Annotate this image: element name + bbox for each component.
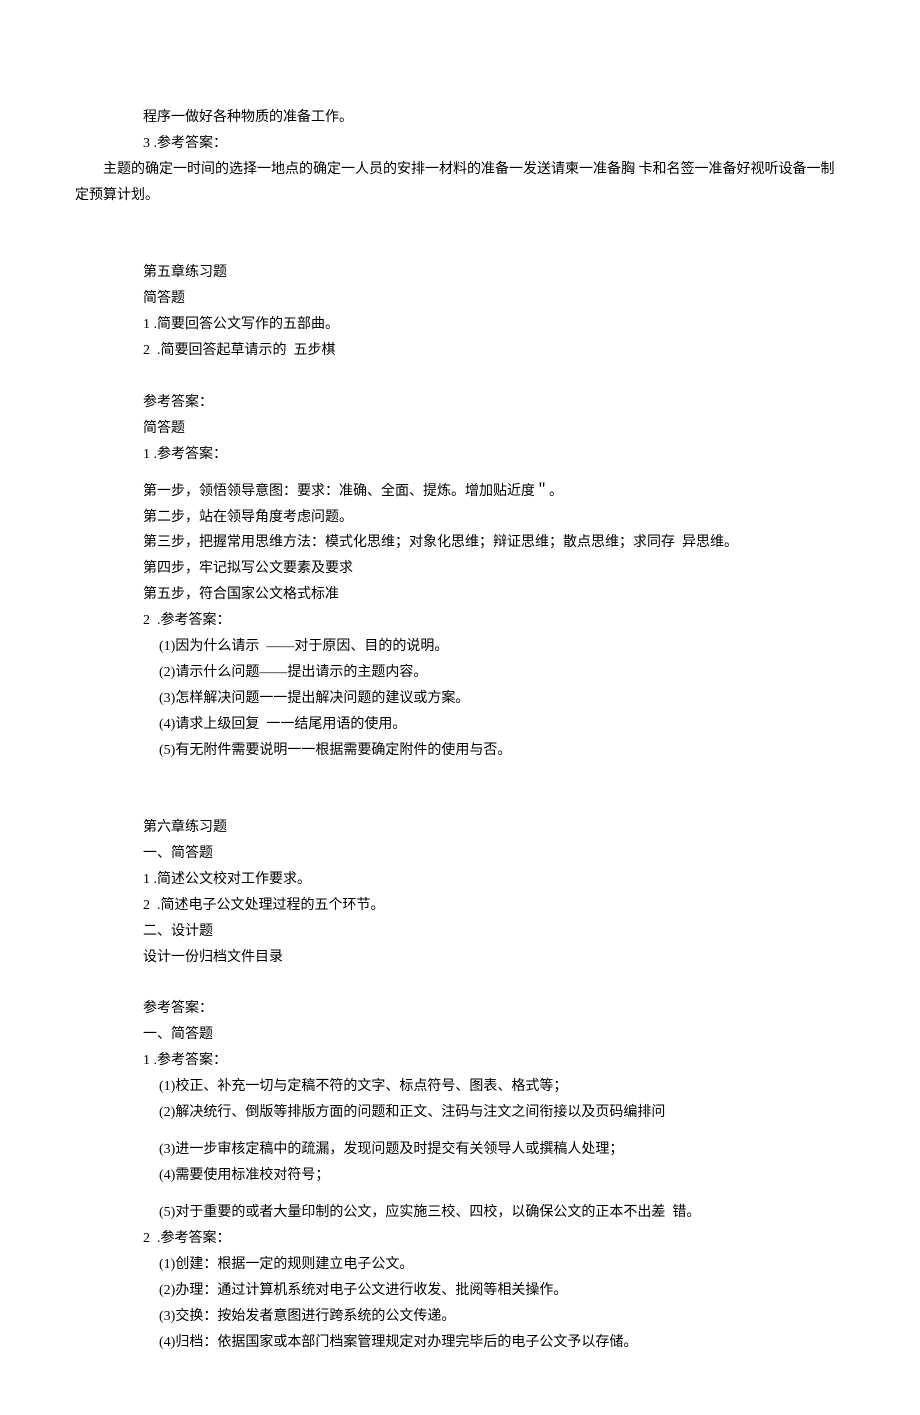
blank-line [75, 364, 845, 390]
text-line: (4)归档：依据国家或本部门档案管理规定对办理完毕后的电子公文予以存储。 [75, 1330, 845, 1356]
text-line: 1 .简述公文校对工作要求。 [75, 867, 845, 893]
text-line: (2)解决统行、倒版等排版方面的问题和正文、注码与注文之间衔接以及页码编排问 [75, 1100, 845, 1126]
text-line: (2)请示什么问题——提出请示的主题内容。 [75, 660, 845, 686]
text-line: 第三步，把握常用思维方法：模式化思维；对象化思维；辩证思维；散点思维；求同存 异… [75, 530, 845, 556]
text-line: 第五步，符合国家公文格式标准 [75, 582, 845, 608]
text-line: 2 .参考答案： [75, 608, 845, 634]
text-line: 2 .参考答案： [75, 1226, 845, 1252]
blank-line [75, 763, 845, 789]
blank-line [75, 1189, 845, 1200]
text-line: (3)怎样解决问题一一提出解决问题的建议或方案。 [75, 686, 845, 712]
text-line: (5)有无附件需要说明一一根据需要确定附件的使用与否。 [75, 738, 845, 764]
text-line: (1)创建：根据一定的规则建立电子公文。 [75, 1252, 845, 1278]
text-line: 设计一份归档文件目录 [75, 945, 845, 971]
blank-line [75, 971, 845, 997]
text-line: 第二步，站在领导角度考虑问题。 [75, 505, 845, 531]
text-line: 参考答案： [75, 996, 845, 1022]
blank-line [75, 209, 845, 235]
text-line: 程序一做好各种物质的准备工作。 [75, 105, 845, 131]
blank-line [75, 467, 845, 478]
text-line: 参考答案： [75, 390, 845, 416]
text-line: (3)进一步审核定稿中的疏漏，发现问题及时提交有关领导人或撰稿人处理； [75, 1137, 845, 1163]
text-line: 第六章练习题 [75, 815, 845, 841]
text-line: 1 .简要回答公文写作的五部曲。 [75, 312, 845, 338]
text-line: 第四步，牢记拟写公文要素及要求 [75, 556, 845, 582]
text-line: 第一步，领悟领导意图：要求：准确、全面、提炼。增加贴近度＂。 [75, 479, 845, 505]
text-line: 二、设计题 [75, 919, 845, 945]
text-line: (2)办理：通过计算机系统对电子公文进行收发、批阅等相关操作。 [75, 1278, 845, 1304]
text-line: 1 .参考答案： [75, 1048, 845, 1074]
text-line: 2 .简述电子公文处理过程的五个环节。 [75, 893, 845, 919]
text-line: (1)因为什么请示 ——对于原因、目的的说明。 [75, 634, 845, 660]
blank-line [75, 789, 845, 815]
text-line: 主题的确定一时间的选择一地点的确定一人员的安排一材料的准备一发送请柬一准备胸 卡… [75, 157, 845, 209]
text-line: 第五章练习题 [75, 260, 845, 286]
text-line: 3 .参考答案： [75, 131, 845, 157]
document-page: 程序一做好各种物质的准备工作。3 .参考答案： 主题的确定一时间的选择一地点的确… [0, 0, 920, 1415]
blank-line [75, 1126, 845, 1137]
text-line: (5)对于重要的或者大量印制的公文，应实施三校、四校，以确保公文的正本不出差 错… [75, 1200, 845, 1226]
text-line: 简答题 [75, 416, 845, 442]
text-line: 一、简答题 [75, 841, 845, 867]
text-line: 一、简答题 [75, 1022, 845, 1048]
blank-line [75, 234, 845, 260]
text-line: 2 .简要回答起草请示的 五步棋 [75, 338, 845, 364]
text-line: 1 .参考答案： [75, 442, 845, 468]
text-line: (4)请求上级回复 一一结尾用语的使用。 [75, 712, 845, 738]
text-line: (4)需要使用标准校对符号； [75, 1163, 845, 1189]
text-line: (3)交换：按始发者意图进行跨系统的公文传递。 [75, 1304, 845, 1330]
text-line: 简答题 [75, 286, 845, 312]
text-line: (1)校正、补充一切与定稿不符的文字、标点符号、图表、格式等； [75, 1074, 845, 1100]
